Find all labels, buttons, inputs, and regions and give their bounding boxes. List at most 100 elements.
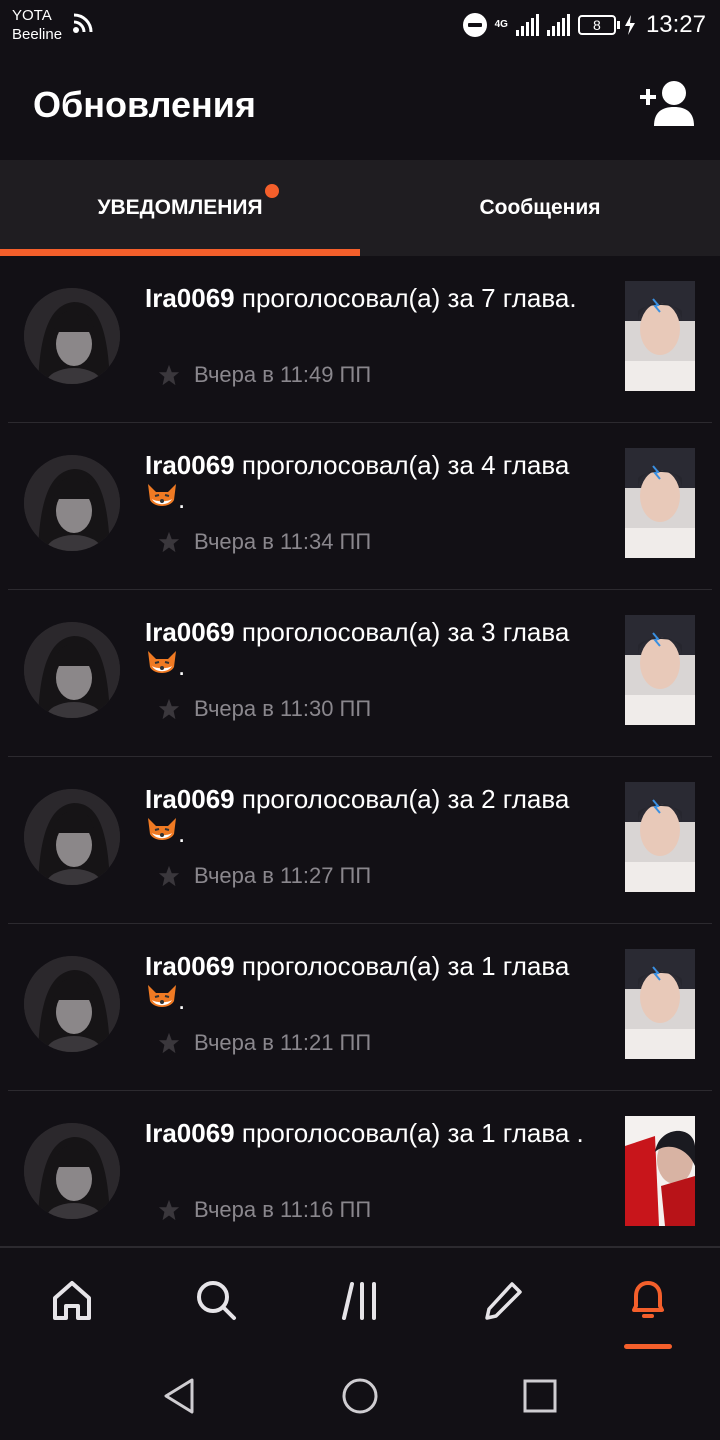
battery-icon: 8: [577, 15, 620, 35]
notification-meta: Вчера в 11:49 ПП: [158, 362, 371, 388]
system-navigation: [0, 1356, 720, 1440]
notification-row[interactable]: Ira0069 проголосовал(а) за 2 глава. Вчер…: [8, 757, 712, 924]
notification-row[interactable]: Ira0069 проголосовал(а) за 4 глава. Вчер…: [8, 423, 712, 590]
write-icon: [485, 1282, 522, 1320]
home-icon: [53, 1281, 91, 1320]
notification-text: Ira0069 проголосовал(а) за 1 глава.: [145, 950, 600, 1017]
notification-time: Вчера в 11:21 ПП: [194, 1030, 372, 1055]
carrier-name: YOTA Beeline: [12, 6, 62, 44]
notification-meta: Вчера в 11:16 ПП: [158, 1197, 371, 1223]
nav-search[interactable]: [192, 1278, 240, 1330]
notification-text: Ira0069 проголосовал(а) за 2 глава.: [145, 783, 600, 850]
avatar[interactable]: [24, 622, 120, 718]
tab-messages-label: Сообщения: [479, 196, 601, 219]
notification-message: проголосовал(а) за 2 глава: [234, 784, 570, 814]
star-icon: [158, 865, 180, 887]
carrier-line-1: YOTA: [12, 7, 52, 24]
tab-notifications[interactable]: УВЕДОМЛЕНИЯ: [0, 160, 360, 256]
notification-row[interactable]: Ira0069 проголосовал(а) за 3 глава. Вчер…: [8, 590, 712, 757]
network-type: 4G: [494, 19, 508, 30]
nav-notifications[interactable]: [624, 1278, 672, 1330]
notification-time: Вчера в 11:34 ПП: [194, 529, 372, 554]
notification-meta: Вчера в 11:27 ПП: [158, 863, 371, 889]
story-thumbnail[interactable]: [625, 949, 695, 1059]
star-icon: [158, 698, 180, 720]
notification-suffix: .: [178, 818, 186, 848]
signal-icon: [515, 14, 539, 36]
library-icon: [342, 1282, 376, 1320]
add-user-icon[interactable]: [640, 80, 698, 126]
notification-message: проголосовал(а) за 1 глава: [234, 951, 570, 981]
notification-message: проголосовал(а) за 3 глава: [234, 617, 570, 647]
avatar[interactable]: [24, 288, 120, 384]
nav-home[interactable]: [48, 1278, 96, 1330]
notification-suffix: .: [178, 484, 186, 514]
notification-suffix: .: [178, 651, 186, 681]
notification-time: Вчера в 11:16 ПП: [194, 1197, 372, 1222]
notification-meta: Вчера в 11:30 ПП: [158, 696, 371, 722]
story-thumbnail[interactable]: [625, 448, 695, 558]
avatar[interactable]: [24, 956, 120, 1052]
notification-meta: Вчера в 11:34 ПП: [158, 529, 371, 555]
bell-icon: [632, 1281, 664, 1318]
tab-messages[interactable]: Сообщения: [360, 160, 720, 256]
story-thumbnail[interactable]: [625, 615, 695, 725]
notification-text: Ira0069 проголосовал(а) за 7 глава.: [145, 282, 600, 315]
avatar[interactable]: [24, 455, 120, 551]
carrier-line-2: Beeline: [12, 26, 63, 43]
nav-library[interactable]: [338, 1278, 386, 1330]
fox-emoji-icon: [148, 985, 176, 1007]
star-icon: [158, 531, 180, 553]
tab-notifications-label: УВЕДОМЛЕНИЯ: [97, 196, 263, 219]
recent-apps-icon[interactable]: [520, 1376, 560, 1416]
unread-badge: [264, 184, 279, 198]
charging-icon: [624, 15, 635, 35]
username[interactable]: Ira0069: [145, 617, 235, 647]
bottom-navigation: [0, 1246, 720, 1356]
notification-meta: Вчера в 11:21 ПП: [158, 1030, 371, 1056]
notification-text: Ira0069 проголосовал(а) за 1 глава .: [145, 1117, 600, 1150]
notification-message: проголосовал(а) за 4 глава: [234, 450, 570, 480]
star-icon: [158, 364, 180, 386]
notification-message: проголосовал(а) за 7 глава.: [234, 283, 577, 313]
star-icon: [158, 1199, 180, 1221]
home-circle-icon[interactable]: [340, 1376, 380, 1416]
notification-message: проголосовал(а) за 1 глава .: [234, 1118, 584, 1148]
tab-bar: УВЕДОМЛЕНИЯ Сообщения: [0, 160, 720, 256]
search-icon: [197, 1281, 236, 1320]
username[interactable]: Ira0069: [145, 951, 235, 981]
username[interactable]: Ira0069: [145, 1118, 235, 1148]
nav-write[interactable]: [480, 1278, 528, 1330]
story-thumbnail[interactable]: [625, 281, 695, 391]
fox-emoji-icon: [148, 818, 176, 840]
notification-row[interactable]: Ira0069 проголосовал(а) за 7 глава. Вчер…: [8, 256, 712, 423]
fox-emoji-icon: [148, 484, 176, 506]
notification-text: Ira0069 проголосовал(а) за 3 глава.: [145, 616, 600, 683]
notification-time: Вчера в 11:49 ПП: [194, 362, 372, 387]
story-thumbnail[interactable]: [625, 782, 695, 892]
story-thumbnail[interactable]: [625, 1116, 695, 1226]
active-nav-indicator: [624, 1344, 672, 1349]
username[interactable]: Ira0069: [145, 784, 235, 814]
notification-time: Вчера в 11:30 ПП: [194, 696, 372, 721]
fox-emoji-icon: [148, 651, 176, 673]
username[interactable]: Ira0069: [145, 283, 235, 313]
clock: 13:27: [645, 11, 706, 38]
username[interactable]: Ira0069: [145, 450, 235, 480]
status-bar: YOTA Beeline 4G 8 13:27: [0, 0, 720, 52]
signal-icon-2: [546, 14, 570, 36]
notification-row[interactable]: Ira0069 проголосовал(а) за 1 глава. Вчер…: [8, 924, 712, 1091]
notification-list[interactable]: Ira0069 проголосовал(а) за 7 глава. Вчер…: [0, 256, 720, 1246]
avatar[interactable]: [24, 789, 120, 885]
wifi-icon: [73, 13, 93, 33]
notification-suffix: .: [178, 985, 186, 1015]
avatar[interactable]: [24, 1123, 120, 1219]
notification-time: Вчера в 11:27 ПП: [194, 863, 372, 888]
notification-text: Ira0069 проголосовал(а) за 4 глава.: [145, 449, 600, 516]
star-icon: [158, 1032, 180, 1054]
page-title: Обновления: [33, 84, 256, 125]
notification-row[interactable]: Ira0069 проголосовал(а) за 1 глава . Вче…: [8, 1091, 712, 1246]
back-icon[interactable]: [160, 1376, 200, 1416]
active-tab-indicator: [0, 249, 360, 256]
do-not-disturb-icon: [462, 13, 487, 37]
